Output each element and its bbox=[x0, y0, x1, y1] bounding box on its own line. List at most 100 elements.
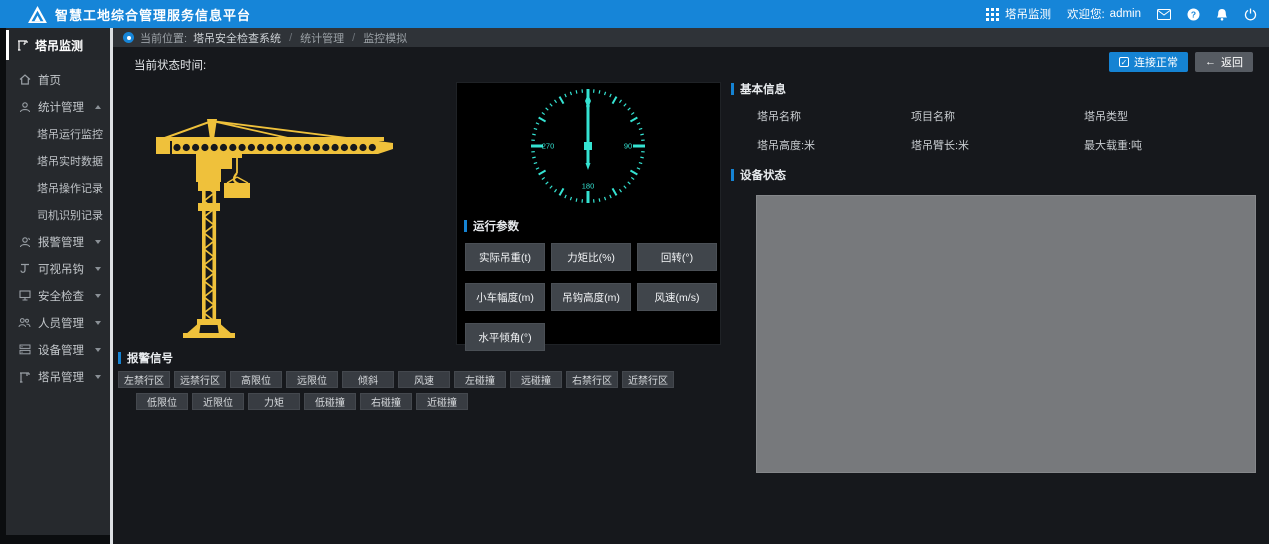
alarm-moment: 力矩 bbox=[248, 393, 300, 410]
svg-text:180: 180 bbox=[582, 182, 595, 191]
param-hook-height: 吊钩高度(m) bbox=[551, 283, 631, 311]
alarm-tilt: 倾斜 bbox=[342, 371, 394, 388]
device-status-title: 设备状态 bbox=[731, 167, 1261, 183]
field-crane-name: 塔吊名称 bbox=[757, 108, 911, 124]
params-grid: 实际吊重(t) 力矩比(%) 回转(°) 小车幅度(m) 吊钩高度(m) 风速(… bbox=[465, 243, 720, 351]
basic-info-grid: 塔吊名称 项目名称 塔吊类型 塔吊高度:米 塔吊臂长:米 最大载重:吨 bbox=[731, 108, 1261, 153]
alarm-low-limit: 低限位 bbox=[136, 393, 188, 410]
chevron-down-icon bbox=[95, 348, 101, 352]
accent-bar bbox=[118, 352, 121, 364]
chevron-down-icon bbox=[95, 375, 101, 379]
sidebar-item-alarm[interactable]: 报警管理 bbox=[6, 228, 110, 255]
arrow-left-icon: ← bbox=[1205, 56, 1216, 68]
alarm-right-no-go: 右禁行区 bbox=[566, 371, 618, 388]
accent-bar bbox=[464, 220, 467, 232]
accent-bar bbox=[731, 169, 734, 181]
chevron-down-icon bbox=[95, 321, 101, 325]
sidebar-item-visual-hook[interactable]: 可视吊钩 bbox=[6, 255, 110, 282]
param-trolley-range: 小车幅度(m) bbox=[465, 283, 545, 311]
app-logo-icon bbox=[28, 6, 47, 23]
breadcrumb-prefix: 当前位置: bbox=[140, 30, 187, 46]
param-wind-speed: 风速(m/s) bbox=[637, 283, 717, 311]
sidebar-module-header: 塔吊监测 bbox=[6, 30, 110, 60]
param-actual-load: 实际吊重(t) bbox=[465, 243, 545, 271]
sidebar-subitem-driver-id-log[interactable]: 司机识别记录 bbox=[6, 201, 110, 228]
sidebar-item-equipment[interactable]: 设备管理 bbox=[6, 336, 110, 363]
monitor-panel: 当前状态时间: ✓ 连接正常 ← 返回 bbox=[113, 47, 1269, 544]
breadcrumb-item-stats[interactable]: 统计管理 bbox=[300, 30, 344, 46]
tower-crane-illustration bbox=[152, 113, 394, 350]
app-title: 智慧工地综合管理服务信息平台 bbox=[55, 5, 251, 24]
alarm-row-1: 左禁行区 远禁行区 高限位 远限位 倾斜 风速 左碰撞 远碰撞 右禁行区 近禁行… bbox=[118, 371, 674, 388]
params-section-title: 运行参数 bbox=[464, 218, 720, 234]
welcome-text: 欢迎您: admin bbox=[1067, 6, 1141, 22]
field-crane-height: 塔吊高度:米 bbox=[757, 137, 911, 153]
bell-icon[interactable] bbox=[1216, 8, 1228, 21]
param-rotation: 回转(°) bbox=[637, 243, 717, 271]
sidebar: 塔吊监测 首页 统计管理 塔吊运行监控 塔吊实时数据 塔吊操作记录 司机识别记录… bbox=[6, 28, 110, 535]
sidebar-item-crane-mgmt[interactable]: 塔吊管理 bbox=[6, 363, 110, 390]
alarm-high-limit: 高限位 bbox=[230, 371, 282, 388]
sidebar-subitem-crane-run-monitor[interactable]: 塔吊运行监控 bbox=[6, 120, 110, 147]
server-icon bbox=[18, 344, 31, 355]
people-icon bbox=[18, 317, 31, 328]
hook-icon bbox=[18, 263, 31, 275]
breadcrumb: 当前位置: 塔吊安全检查系统 / 统计管理 / 监控模拟 bbox=[113, 28, 1269, 47]
sidebar-module-title: 塔吊监测 bbox=[35, 37, 83, 54]
alarm-near-no-go: 近禁行区 bbox=[622, 371, 674, 388]
right-info-column: 基本信息 塔吊名称 项目名称 塔吊类型 塔吊高度:米 塔吊臂长:米 最大载重:吨… bbox=[731, 81, 1261, 473]
power-icon[interactable] bbox=[1244, 8, 1257, 21]
alarm-near-limit: 近限位 bbox=[192, 393, 244, 410]
sidebar-item-personnel[interactable]: 人员管理 bbox=[6, 309, 110, 336]
breadcrumb-item-system[interactable]: 塔吊安全检查系统 bbox=[193, 30, 281, 46]
top-header: 智慧工地综合管理服务信息平台 塔吊监测 欢迎您: admin ? bbox=[0, 0, 1269, 28]
back-button[interactable]: ← 返回 bbox=[1195, 52, 1253, 72]
basic-info-title: 基本信息 bbox=[731, 81, 1261, 97]
sidebar-menu: 首页 统计管理 塔吊运行监控 塔吊实时数据 塔吊操作记录 司机识别记录 报警管理… bbox=[6, 66, 110, 390]
alarm-left-collision: 左碰撞 bbox=[454, 371, 506, 388]
sidebar-subitem-crane-operation-log[interactable]: 塔吊操作记录 bbox=[6, 174, 110, 201]
field-max-load: 最大载重:吨 bbox=[1084, 137, 1261, 153]
alarm-near-collision: 近碰撞 bbox=[416, 393, 468, 410]
param-moment-ratio: 力矩比(%) bbox=[551, 243, 631, 271]
alarm-person-icon bbox=[18, 236, 31, 248]
help-icon[interactable]: ? bbox=[1187, 8, 1200, 21]
connect-status-button[interactable]: ✓ 连接正常 bbox=[1109, 52, 1188, 72]
crane-icon bbox=[18, 371, 31, 383]
rotation-compass-gauge: 090180270 bbox=[457, 83, 720, 209]
accent-bar bbox=[731, 83, 734, 95]
location-icon bbox=[123, 32, 134, 43]
gauge-params-panel: 090180270 运行参数 实际吊重(t) 力矩比(%) 回转(°) 小车幅度… bbox=[456, 82, 721, 345]
sidebar-subitem-crane-realtime-data[interactable]: 塔吊实时数据 bbox=[6, 147, 110, 174]
alarm-right-collision: 右碰撞 bbox=[360, 393, 412, 410]
check-square-icon: ✓ bbox=[1119, 57, 1129, 67]
mail-icon[interactable] bbox=[1157, 9, 1171, 20]
alarm-signals-section: 报警信号 左禁行区 远禁行区 高限位 远限位 倾斜 风速 左碰撞 远碰撞 右禁行… bbox=[118, 350, 674, 410]
alarm-low-collision: 低碰撞 bbox=[304, 393, 356, 410]
sidebar-item-home[interactable]: 首页 bbox=[6, 66, 110, 93]
chevron-down-icon bbox=[95, 267, 101, 271]
field-crane-type: 塔吊类型 bbox=[1084, 108, 1261, 124]
chevron-up-icon bbox=[95, 105, 101, 109]
home-icon bbox=[18, 74, 31, 85]
monitor-icon bbox=[18, 290, 31, 301]
chevron-down-icon bbox=[95, 240, 101, 244]
sidebar-item-safety-check[interactable]: 安全检查 bbox=[6, 282, 110, 309]
chevron-down-icon bbox=[95, 294, 101, 298]
field-jib-length: 塔吊臂长:米 bbox=[911, 137, 1084, 153]
alarm-section-title: 报警信号 bbox=[118, 350, 674, 366]
breadcrumb-item-monitor-sim[interactable]: 监控模拟 bbox=[363, 30, 407, 46]
svg-text:90: 90 bbox=[624, 142, 632, 151]
apps-grid-icon bbox=[986, 8, 999, 21]
field-project-name: 项目名称 bbox=[911, 108, 1084, 124]
tower-crane-icon bbox=[16, 39, 29, 51]
alarm-row-2: 低限位 近限位 力矩 低碰撞 右碰撞 近碰撞 bbox=[136, 393, 674, 410]
sidebar-item-stats[interactable]: 统计管理 bbox=[6, 93, 110, 120]
alarm-left-no-go: 左禁行区 bbox=[118, 371, 170, 388]
svg-text:?: ? bbox=[1191, 9, 1196, 19]
module-switcher[interactable]: 塔吊监测 bbox=[986, 6, 1051, 22]
module-badge-label: 塔吊监测 bbox=[1005, 6, 1051, 22]
person-headset-icon bbox=[18, 101, 31, 113]
username[interactable]: admin bbox=[1110, 8, 1141, 20]
param-horizontal-tilt: 水平倾角(°) bbox=[465, 323, 545, 351]
